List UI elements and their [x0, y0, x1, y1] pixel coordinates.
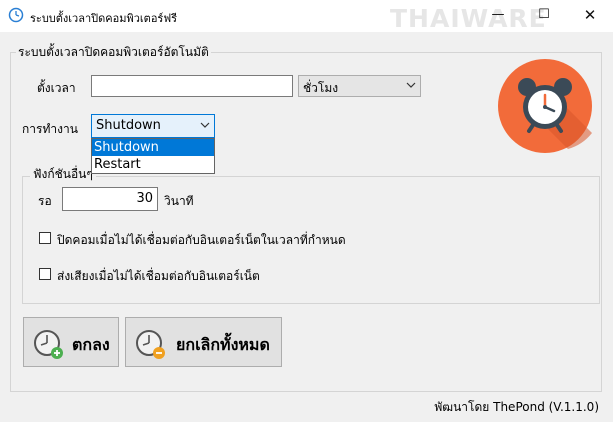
unit-select[interactable]: ชั่วโมง	[298, 75, 421, 97]
action-label: การทำงาน	[22, 122, 78, 136]
minimize-button[interactable]: —	[475, 0, 521, 32]
disconnect-shutdown-checkbox[interactable]	[39, 232, 51, 244]
wait-seconds-input[interactable]: 30	[62, 187, 158, 211]
chevron-down-icon	[200, 122, 210, 128]
time-input[interactable]	[91, 75, 293, 97]
close-button[interactable]: ✕	[567, 0, 613, 32]
unit-select-value: ชั่วโมง	[303, 81, 339, 95]
ok-button-label: ตกลง	[72, 335, 110, 354]
option-shutdown[interactable]: Shutdown	[92, 139, 214, 156]
clock-icon	[8, 7, 24, 23]
maximize-button[interactable]: ☐	[521, 0, 567, 32]
option-restart[interactable]: Restart	[92, 156, 214, 173]
wait-label: รอ	[38, 194, 52, 208]
main-group-label: ระบบตั้งเวลาปิดคอมพิวเตอร์อัตโนมัติ	[16, 43, 211, 62]
action-select-value: Shutdown	[96, 118, 161, 133]
ok-button[interactable]: ตกลง	[23, 317, 119, 367]
wait-unit-label: วินาที	[164, 194, 194, 208]
cancel-all-button[interactable]: ยกเลิกทั้งหมด	[125, 317, 282, 367]
disconnect-sound-label: ส่งเสียงเมื่อไม่ได้เชื่อมต่อกับอินเตอร์เ…	[57, 269, 260, 283]
disconnect-sound-checkbox[interactable]	[39, 268, 51, 280]
action-dropdown-list: Shutdown Restart	[91, 138, 215, 174]
alarm-clock-icon	[498, 59, 592, 153]
clock-add-icon	[34, 330, 63, 359]
window-title: ระบบตั้งเวลาปิดคอมพิวเตอร์ฟรี	[30, 12, 178, 25]
cancel-all-button-label: ยกเลิกทั้งหมด	[176, 335, 270, 354]
action-select[interactable]: Shutdown	[91, 114, 215, 138]
disconnect-shutdown-label: ปิดคอมเมื่อไม่ได้เชื่อมต่อกับอินเตอร์เน็…	[57, 233, 346, 247]
title-bar: ระบบตั้งเวลาปิดคอมพิวเตอร์ฟรี THAIWARE —…	[0, 0, 613, 33]
clock-remove-icon	[136, 330, 165, 359]
time-label: ตั้งเวลา	[37, 81, 76, 95]
chevron-down-icon	[406, 82, 416, 88]
other-functions-label: ฟังก์ชันอื่นๆ	[30, 165, 96, 184]
developer-credit: พัฒนาโดย ThePond (V.1.1.0)	[434, 400, 599, 414]
